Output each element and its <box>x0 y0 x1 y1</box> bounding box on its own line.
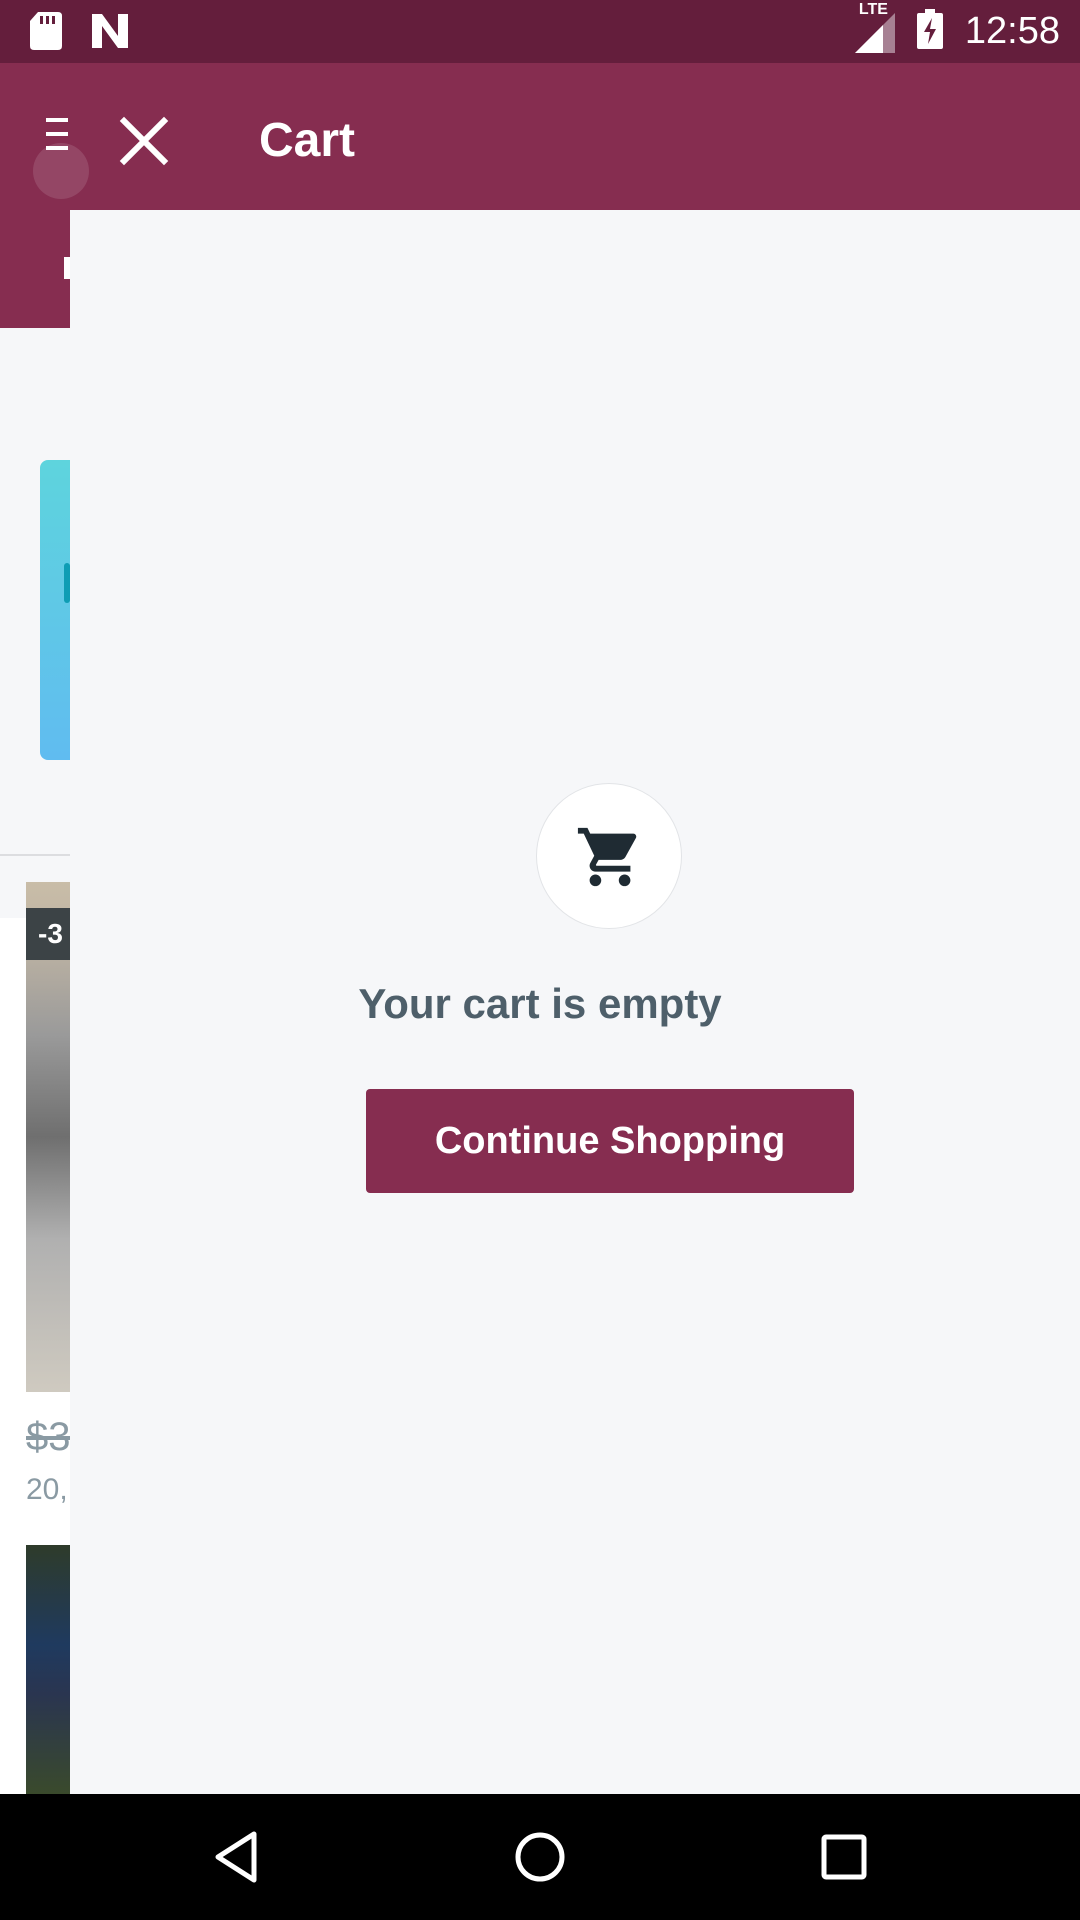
cart-panel: Your cart is empty Continue Shopping <box>70 210 1080 1794</box>
clock: 12:58 <box>964 10 1060 52</box>
n-notification-icon <box>90 14 130 53</box>
background-banner <box>40 460 70 760</box>
discount-badge: -3 <box>26 908 70 960</box>
home-icon[interactable] <box>480 1794 600 1920</box>
sd-card-icon <box>30 12 62 55</box>
product-price: $3 <box>26 1415 70 1459</box>
menu-icon[interactable] <box>46 118 68 150</box>
navigation-bar <box>0 1794 1080 1920</box>
recents-icon[interactable] <box>784 1794 904 1920</box>
close-icon[interactable] <box>116 113 172 169</box>
empty-cart-message: Your cart is empty <box>358 980 722 1027</box>
signal-icon: LTE <box>845 1 895 53</box>
page-title: Cart <box>259 114 356 167</box>
cart-header: Cart <box>0 63 1080 210</box>
cart-icon-container <box>536 783 682 929</box>
product-count: 20, <box>26 1473 68 1506</box>
product-image <box>26 1545 70 1794</box>
background-page: -3 $3 20, <box>0 63 70 1794</box>
battery-charging-icon <box>916 8 943 54</box>
back-icon[interactable] <box>176 1794 296 1920</box>
divider <box>0 854 70 856</box>
status-bar: LTE 12:58 <box>0 0 1080 63</box>
continue-shopping-button[interactable]: Continue Shopping <box>366 1089 854 1193</box>
